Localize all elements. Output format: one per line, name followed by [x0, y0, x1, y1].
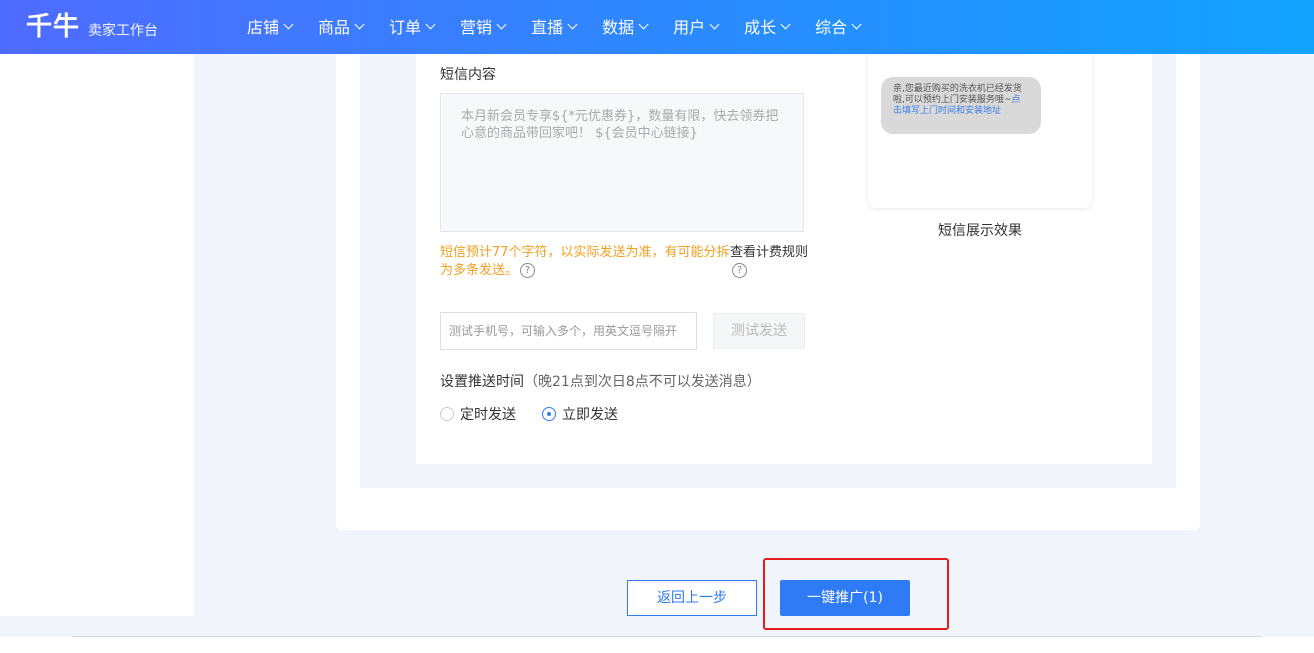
top-nav-bar: 千牛 卖家工作台 店铺 商品 订单 营销 直播 数据 用户 成长 综合: [0, 0, 1314, 54]
nav-data[interactable]: 数据: [602, 14, 649, 38]
nav-products-label: 商品: [318, 18, 351, 37]
radio-button-selected[interactable]: [542, 407, 556, 421]
left-sidebar: [0, 54, 194, 616]
nav-growth[interactable]: 成长: [744, 14, 791, 38]
nav-general-label: 综合: [815, 18, 848, 37]
chevron-down-icon: [425, 19, 436, 29]
bottom-strip: [0, 637, 1314, 653]
nav-products[interactable]: 商品: [318, 14, 365, 38]
nav-live-label: 直播: [531, 18, 564, 37]
push-time-title: 设置推送时间: [440, 374, 524, 390]
sms-length-warning-text: 短信预计77个字符，以实际发送为准，有可能分拆为多条发送。: [440, 245, 730, 278]
nav-orders-label: 订单: [389, 18, 422, 37]
chevron-down-icon: [709, 19, 720, 29]
sms-preview-bubble: 亲,您最近购买的洗衣机已经发货啦,可以预约上门安装服务哦~点击填写上门时间和安装…: [881, 77, 1041, 134]
nav-marketing[interactable]: 营销: [460, 14, 507, 38]
radio-scheduled-label: 定时发送: [460, 407, 516, 423]
chevron-down-icon: [638, 19, 649, 29]
nav-growth-label: 成长: [744, 18, 777, 37]
radio-immediate-send[interactable]: 立即发送: [542, 404, 618, 424]
chevron-down-icon: [567, 19, 578, 29]
chevron-down-icon: [851, 19, 862, 29]
highlight-box: [763, 558, 949, 630]
nav-data-label: 数据: [602, 18, 635, 37]
main-nav: 店铺 商品 订单 营销 直播 数据 用户 成长 综合: [247, 14, 886, 38]
nav-orders[interactable]: 订单: [389, 14, 436, 38]
app-logo[interactable]: 千牛: [26, 6, 80, 43]
push-time-hint: （晚21点到次日8点不可以发送消息）: [524, 374, 761, 390]
chevron-down-icon: [496, 19, 507, 29]
push-time-label: 设置推送时间（晚21点到次日8点不可以发送消息）: [440, 371, 761, 391]
sms-content-textarea[interactable]: 本月新会员专享${*元优惠券}，数量有限，快去领券把心意的商品带回家吧！ ${会…: [440, 93, 804, 232]
chevron-down-icon: [283, 19, 294, 29]
nav-shop[interactable]: 店铺: [247, 14, 294, 38]
nav-users-label: 用户: [673, 18, 706, 37]
app-subtitle: 卖家工作台: [88, 23, 158, 39]
sms-preview-caption: 短信展示效果: [938, 223, 1022, 239]
help-icon[interactable]: ?: [732, 263, 747, 278]
test-phone-input[interactable]: [440, 312, 697, 350]
nav-users[interactable]: 用户: [673, 14, 720, 38]
sms-preview-text: 亲,您最近购买的洗衣机已经发货啦,可以预约上门安装服务哦~: [893, 84, 1022, 105]
back-button[interactable]: 返回上一步: [627, 580, 757, 616]
radio-button[interactable]: [440, 407, 454, 421]
nav-shop-label: 店铺: [247, 18, 280, 37]
nav-general[interactable]: 综合: [815, 14, 862, 38]
fee-rules-text: 查看计费规则: [730, 245, 809, 260]
fee-rules-link[interactable]: 查看计费规则 ?: [730, 244, 810, 280]
chevron-down-icon: [354, 19, 365, 29]
sms-content-label: 短信内容: [440, 67, 496, 83]
help-icon[interactable]: ?: [520, 263, 536, 278]
test-send-button[interactable]: 测试发送: [713, 313, 805, 349]
chevron-down-icon: [780, 19, 791, 29]
nav-marketing-label: 营销: [460, 18, 493, 37]
nav-live[interactable]: 直播: [531, 14, 578, 38]
sms-length-warning: 短信预计77个字符，以实际发送为准，有可能分拆为多条发送。?: [440, 244, 730, 280]
radio-scheduled-send[interactable]: 定时发送: [440, 404, 516, 424]
radio-immediate-label: 立即发送: [562, 407, 618, 423]
